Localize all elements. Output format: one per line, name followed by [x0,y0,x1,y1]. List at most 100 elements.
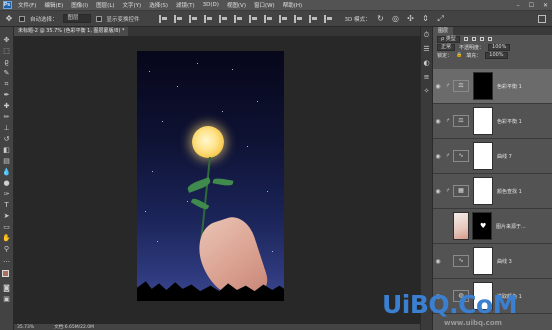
3d-slide-icon[interactable]: ⇕ [421,14,431,24]
align-right-icon[interactable] [233,14,242,23]
maximize-button[interactable]: ☐ [529,2,534,9]
distribute-bottom-icon[interactable] [278,14,287,23]
move-tool-icon[interactable]: ✥ [4,14,14,24]
menu-window[interactable]: 窗口(W) [250,1,279,9]
show-transform-checkbox[interactable] [95,15,102,22]
align-left-icon[interactable] [203,14,212,23]
fill-value[interactable]: 100% [485,51,508,59]
layer-name[interactable]: 色彩平衡 1 [497,118,522,125]
zoom-level[interactable]: 35.73% [17,325,34,330]
filter-shape-icon[interactable] [487,37,492,41]
auto-select-checkbox[interactable] [19,15,25,22]
zoom-tool-icon[interactable]: ⚲ [2,245,11,253]
distribute-top-icon[interactable] [248,14,257,23]
layer-filter-dropdown[interactable]: ρ 类型 [437,35,460,43]
distribute-left-icon[interactable] [293,14,302,23]
blend-mode-dropdown[interactable]: 正常 [437,43,456,51]
visibility-eye-icon[interactable]: ◉ [433,188,443,195]
menu-view[interactable]: 视图(V) [223,1,250,9]
crop-tool-icon[interactable]: ⌗ [2,80,11,88]
move-tool-icon[interactable]: ✥ [2,36,11,44]
eyedropper-tool-icon[interactable]: ✒ [2,91,11,99]
foreground-color-swatch[interactable] [1,270,9,277]
align-middle-icon[interactable] [173,14,182,23]
layer-name[interactable]: 曲线 7 [497,153,512,160]
align-bottom-icon[interactable] [188,14,197,23]
visibility-eye-icon[interactable]: ◉ [433,83,443,90]
path-select-tool-icon[interactable]: ➤ [2,212,11,220]
gradient-tool-icon[interactable]: ▤ [2,157,11,165]
adjustments-icon[interactable]: ◐ [423,59,431,67]
type-tool-icon[interactable]: T [2,201,11,209]
layer-mask-thumbnail[interactable] [473,177,493,205]
more-tools-icon[interactable]: … [2,256,11,264]
align-center-icon[interactable] [218,14,227,23]
visibility-eye-icon[interactable]: ◉ [433,258,443,265]
layer-mask-thumbnail[interactable] [473,72,493,100]
layer-photo-thumbnail[interactable] [453,212,469,240]
history-brush-tool-icon[interactable]: ↺ [2,135,11,143]
screen-mode-icon[interactable]: ▣ [2,295,11,303]
layer-row[interactable]: ◉ ↱ ∿ 曲线 7 [433,139,552,174]
distribute-center-icon[interactable] [308,14,317,23]
channels-icon[interactable]: ≡ [423,73,431,81]
tab-layers[interactable]: 图层 [433,27,454,35]
auto-select-dropdown[interactable]: 图层 [62,14,91,23]
layer-mask-thumbnail[interactable] [473,107,493,135]
filter-adjustment-icon[interactable] [471,37,476,41]
menu-edit[interactable]: 编辑(E) [40,1,67,9]
marquee-tool-icon[interactable]: ⬚ [2,47,11,55]
menu-3d[interactable]: 3D(D) [199,2,223,8]
visibility-eye-icon[interactable]: ◉ [433,118,443,125]
canvas-area[interactable] [14,36,420,324]
menu-help[interactable]: 帮助(H) [279,1,306,9]
properties-icon[interactable]: ☰ [423,45,431,53]
healing-brush-tool-icon[interactable]: ✚ [2,102,11,110]
layer-mask-thumbnail[interactable] [473,247,493,275]
distribute-right-icon[interactable] [323,14,332,23]
lasso-tool-icon[interactable]: ϱ [2,58,11,66]
layer-name[interactable]: 曲线 3 [497,258,512,265]
dodge-tool-icon[interactable]: ● [2,179,11,187]
3d-scale-icon[interactable]: ⤢ [436,14,446,24]
menu-layer[interactable]: 图层(L) [92,1,118,9]
close-button[interactable]: ✕ [543,2,548,9]
distribute-middle-icon[interactable] [263,14,272,23]
menu-file[interactable]: 文件(F) [14,1,40,9]
clone-stamp-tool-icon[interactable]: ⊥ [2,124,11,132]
menu-filter[interactable]: 滤镜(T) [172,1,199,9]
minimize-button[interactable]: – [517,2,520,9]
hand-tool-icon[interactable]: ✋ [2,234,11,242]
menu-image[interactable]: 图像(I) [67,1,92,9]
artwork-image[interactable] [137,51,284,301]
layer-row[interactable]: ◉ ↱ ⚖ 色彩平衡 1 [433,104,552,139]
3d-pan-icon[interactable]: ✣ [406,14,416,24]
visibility-eye-icon[interactable]: ◉ [433,153,443,160]
opacity-value[interactable]: 100% [488,43,511,51]
layer-name[interactable]: 色彩平衡 1 [497,83,522,90]
paths-icon[interactable]: ✧ [423,87,431,95]
filter-pixel-icon[interactable] [463,37,468,41]
layer-mask-thumbnail[interactable]: ♥ [472,212,492,240]
shape-tool-icon[interactable]: ▭ [2,223,11,231]
filter-type-icon[interactable] [479,37,484,41]
quick-select-tool-icon[interactable]: ✎ [2,69,11,77]
blur-tool-icon[interactable]: 💧 [2,168,11,176]
eraser-tool-icon[interactable]: ◧ [2,146,11,154]
layer-row[interactable]: ♥ 图片来源于... [433,209,552,244]
document-tab[interactable]: 未标题-2 @ 35.7% (色彩平衡 1, 图层蒙版/8) * [14,27,129,36]
layer-row[interactable]: ◉ ↱ ⚖ 色彩平衡 1 [433,69,552,104]
quick-mask-icon[interactable]: ◙ [2,284,11,292]
layer-row[interactable]: ◉ ∿ 曲线 3 [433,244,552,279]
brush-tool-icon[interactable]: ✏ [2,113,11,121]
pen-tool-icon[interactable]: ✑ [2,190,11,198]
layer-row[interactable]: ◉ ↱ ▦ 颜色查找 1 [433,174,552,209]
workspace-icon[interactable] [538,15,546,23]
3d-rotate-icon[interactable]: ↻ [376,14,386,24]
layer-name[interactable]: 颜色查找 1 [497,188,522,195]
history-icon[interactable]: ⏱ [423,31,431,39]
color-swatches[interactable] [1,269,13,281]
menu-select[interactable]: 选择(S) [145,1,172,9]
align-top-icon[interactable] [158,14,167,23]
layer-name[interactable]: 图片来源于... [496,223,526,230]
